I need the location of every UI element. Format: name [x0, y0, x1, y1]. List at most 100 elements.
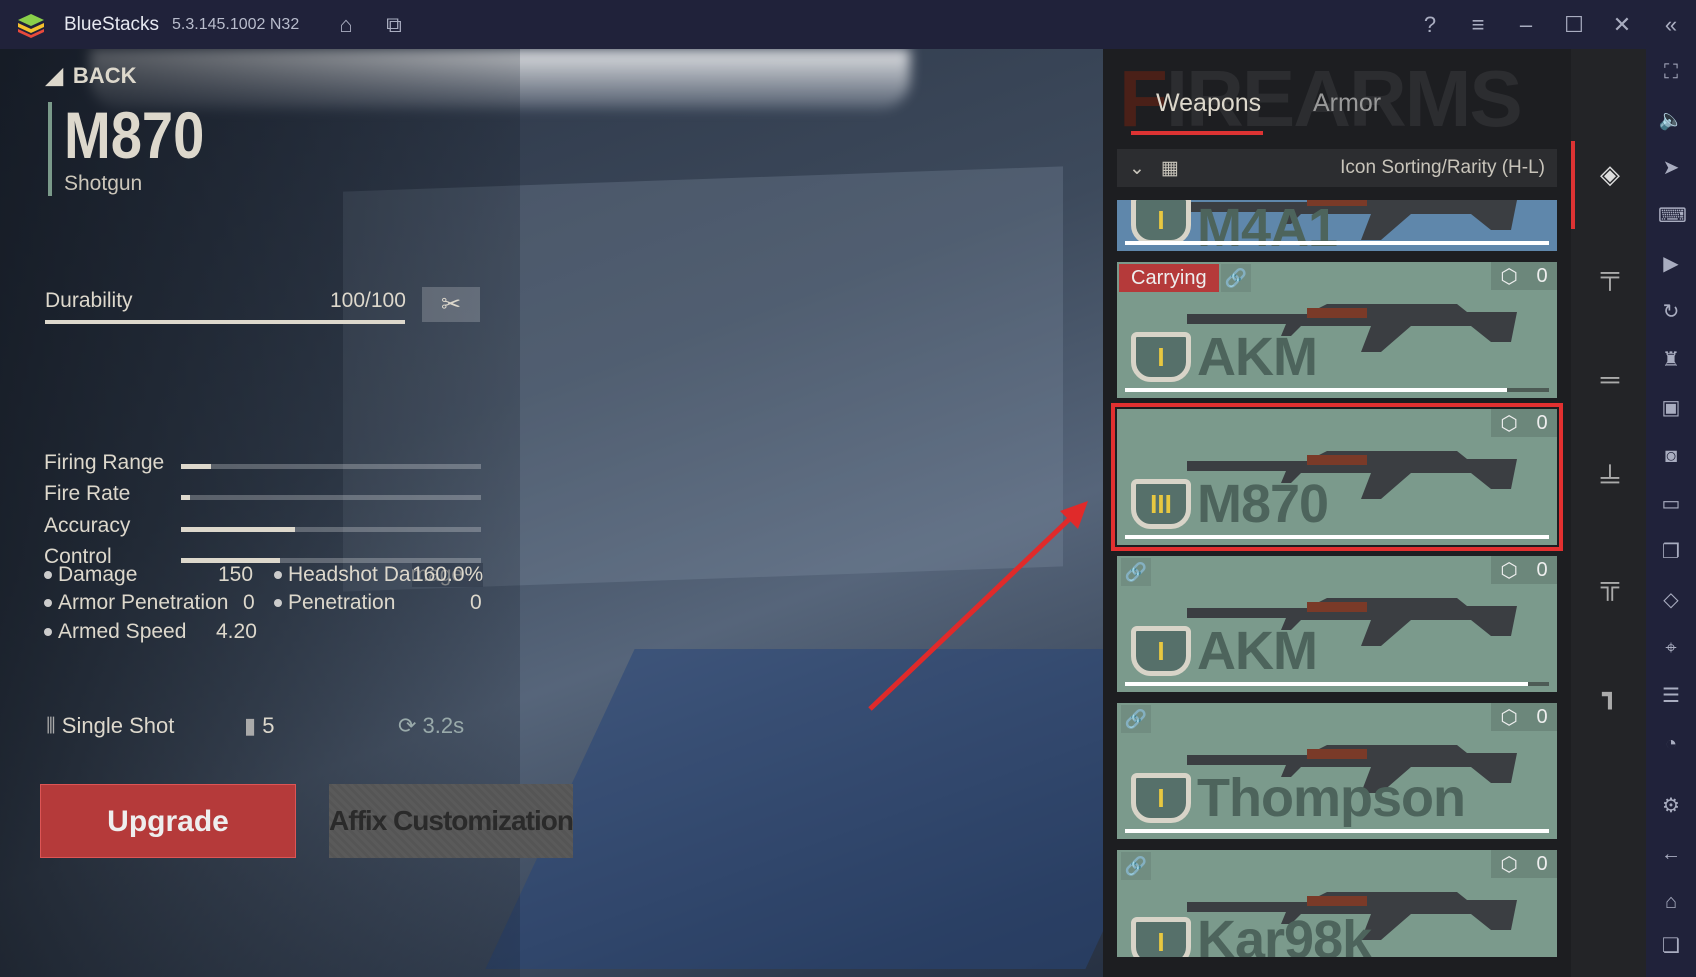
tab-weapons[interactable]: Weapons — [1156, 89, 1261, 118]
durability-label: Durability — [45, 289, 133, 312]
screenshot-icon[interactable]: ◙ — [1658, 443, 1684, 469]
gear-icon: ⬡ — [1500, 706, 1518, 729]
back-label: BACK — [72, 63, 137, 88]
repair-button[interactable]: ✂ — [422, 287, 480, 322]
pistol-icon[interactable]: ┓ — [1585, 679, 1635, 719]
weapon-card-name: Thompson — [1197, 768, 1466, 828]
active-tab-indicator — [1131, 131, 1263, 135]
weapon-name: M870 — [64, 98, 205, 172]
rotate-icon[interactable]: ↻ — [1658, 299, 1684, 325]
weapon-card-name: Kar98k — [1197, 910, 1372, 957]
durability-bar — [45, 320, 405, 324]
stat-bar — [181, 495, 481, 500]
gear-icon: ⬡ — [1500, 412, 1518, 435]
all-types-icon[interactable]: ◈ — [1585, 159, 1635, 199]
upgrade-button[interactable]: Upgrade — [40, 784, 296, 858]
layers-icon[interactable]: ☰ — [1658, 683, 1684, 709]
card-durability-bar — [1125, 388, 1549, 392]
magazine: ▮ 5 — [244, 713, 275, 738]
stat-bar — [181, 464, 481, 469]
sort-bar[interactable]: ⌄ ▦ Icon Sorting/Rarity (H-L) — [1117, 149, 1557, 187]
collapse-sidebar-icon[interactable]: « — [1658, 12, 1684, 38]
rarity-badge: I — [1131, 332, 1191, 382]
back-arrow-icon: ◢ — [46, 63, 63, 88]
keyboard-icon[interactable]: ⌨ — [1658, 203, 1687, 229]
attachment-count: ⬡ 0 — [1491, 850, 1557, 878]
red-arrow-annotation — [868, 501, 1088, 711]
weapon-list-panel: FIREARMS Weapons Armor ⌄ ▦ Icon Sorting/… — [1103, 49, 1571, 977]
recents-icon[interactable]: ❏ — [1658, 933, 1684, 959]
title-bar: BlueStacks 5.3.145.1002 N32 ⌂ ⧉ ? ≡ – ☐ … — [0, 0, 1696, 49]
rarity-badge: III — [1131, 479, 1191, 529]
smg-icon[interactable]: ╦ — [1585, 569, 1635, 609]
back-icon[interactable]: ← — [1658, 841, 1684, 867]
card-durability-bar — [1125, 241, 1549, 245]
dmr-icon[interactable]: ╧ — [1585, 464, 1635, 504]
rarity-badge: I — [1131, 917, 1191, 957]
reload-icon: ⟳ — [398, 713, 423, 738]
stat-speed: Armed Speed — [44, 620, 186, 644]
multi-window-icon[interactable]: ❐ — [1658, 539, 1684, 565]
stat-armor-pen: Armor Penetration — [44, 591, 228, 615]
back-button[interactable]: ◢ BACK — [46, 63, 136, 89]
folder-icon[interactable]: ▭ — [1658, 491, 1684, 517]
sort-label[interactable]: Icon Sorting/Rarity (H-L) — [1340, 157, 1545, 179]
multi-instance-icon[interactable]: ⧉ — [381, 12, 407, 38]
settings-icon[interactable]: ⚙ — [1658, 793, 1684, 819]
weapon-card[interactable]: I AKM ⬡ 0 🔗 — [1117, 556, 1557, 692]
stat-armor-pen-value: 0 — [243, 591, 255, 614]
home-icon[interactable]: ⌂ — [333, 12, 359, 38]
bullets-icon: ⦀ — [46, 713, 62, 738]
weapon-card[interactable]: I Kar98k ⬡ 0 🔗 — [1117, 850, 1557, 957]
help-icon[interactable]: ? — [1417, 12, 1443, 38]
fullscreen-icon[interactable]: ⛶ — [1658, 59, 1684, 85]
eraser-icon[interactable]: ◇ — [1658, 587, 1684, 613]
tab-armor[interactable]: Armor — [1313, 89, 1381, 118]
grid-icon[interactable]: ▦ — [1161, 157, 1179, 180]
stat-label: Accuracy — [44, 514, 131, 537]
sniper-icon[interactable]: ═ — [1585, 364, 1635, 404]
speed-icon[interactable]: ◔ — [1658, 731, 1684, 757]
android-home-icon[interactable]: ⌂ — [1658, 889, 1684, 915]
app-title: BlueStacks — [64, 14, 160, 35]
attachment-count: ⬡ 0 — [1491, 703, 1557, 731]
carrying-badge: Carrying — [1119, 264, 1219, 292]
menu-icon[interactable]: ≡ — [1465, 12, 1491, 38]
assault-rifle-icon[interactable]: ╤ — [1585, 259, 1635, 299]
location-icon[interactable]: ⌖ — [1658, 635, 1684, 661]
link-icon: 🔗 — [1121, 558, 1151, 586]
volume-icon[interactable]: 🔈 — [1658, 107, 1684, 133]
gear-icon: ⬡ — [1500, 853, 1518, 876]
chevron-down-icon[interactable]: ⌄ — [1129, 157, 1145, 180]
weapon-card[interactable]: I M4A1 — [1117, 200, 1557, 251]
weapon-card[interactable]: III M870 ⬡ 0 — [1111, 403, 1563, 551]
affix-customization-button[interactable]: Affix Customization — [329, 784, 574, 858]
rarity-badge: I — [1131, 626, 1191, 676]
reload: ⟳ 3.2s — [398, 713, 465, 738]
pointer-icon[interactable]: ➤ — [1658, 155, 1684, 181]
stat-pen: Penetration — [274, 591, 395, 615]
attachment-count: ⬡ 0 — [1491, 409, 1557, 437]
weapon-card[interactable]: I Thompson ⬡ 0 🔗 — [1117, 703, 1557, 839]
stat-label: Fire Rate — [44, 482, 131, 505]
game-view: ◢ BACK M870 Shotgun Durability 100/100 ✂ … — [0, 49, 1646, 977]
gear-icon: ⬡ — [1500, 559, 1518, 582]
attachment-count: ⬡ 0 — [1491, 556, 1557, 584]
bluestacks-logo — [18, 14, 44, 38]
stat-pen-value: 0 — [470, 591, 482, 614]
stat-headshot-value: 160.0% — [412, 563, 484, 587]
close-icon[interactable]: ✕ — [1609, 12, 1635, 38]
card-durability-bar — [1125, 829, 1549, 833]
apk-icon[interactable]: ▣ — [1658, 395, 1684, 421]
link-icon: 🔗 — [1121, 852, 1151, 880]
weapon-card-name: AKM — [1197, 327, 1318, 387]
weapon-card[interactable]: I AKM ⬡ 0 Carrying 🔗 — [1117, 262, 1557, 398]
macro-icon[interactable]: ♜ — [1658, 347, 1684, 373]
maximize-icon[interactable]: ☐ — [1561, 12, 1587, 38]
link-icon: 🔗 — [1221, 264, 1251, 292]
fire-mode: ⦀ Single Shot — [46, 713, 175, 738]
minimize-icon[interactable]: – — [1513, 12, 1539, 38]
weapon-header: M870 Shotgun — [48, 102, 229, 196]
record-icon[interactable]: ▶ — [1658, 251, 1684, 277]
app-version: 5.3.145.1002 N32 — [172, 16, 300, 33]
